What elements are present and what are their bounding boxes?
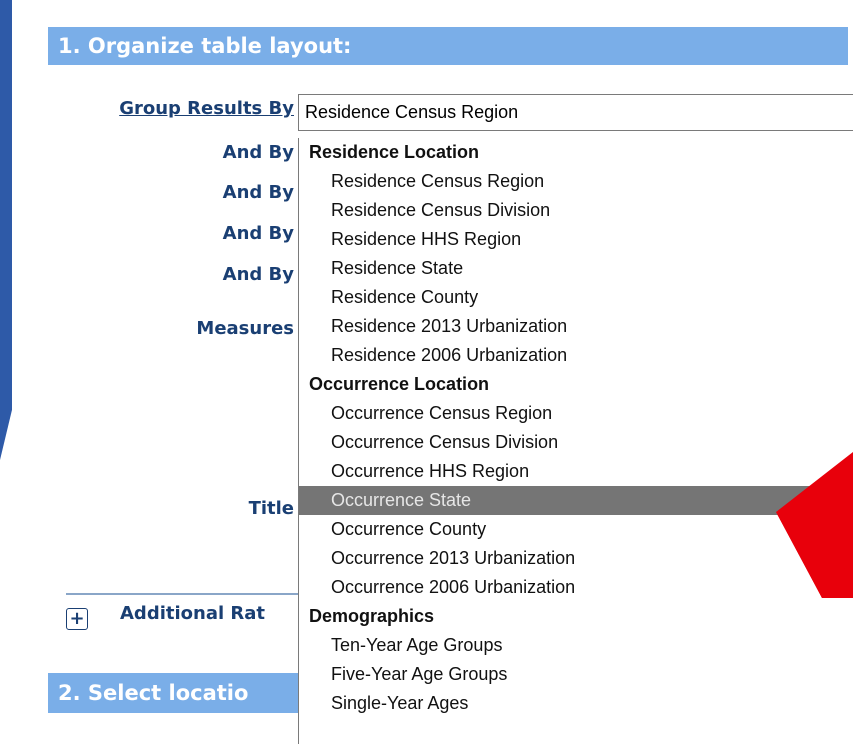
optgroup-occurrence-location: Occurrence Location <box>309 374 490 394</box>
option-ten-year-age-groups[interactable]: Ten-Year Age Groups <box>299 631 853 660</box>
group-results-by-link[interactable]: Group Results By <box>119 98 294 119</box>
divider <box>66 593 316 595</box>
option-residence-2013-urbanization[interactable]: Residence 2013 Urbanization <box>299 312 853 341</box>
option-occurrence-2006-urbanization[interactable]: Occurrence 2006 Urbanization <box>299 573 853 602</box>
option-occurrence-hhs-region[interactable]: Occurrence HHS Region <box>299 457 853 486</box>
option-five-year-age-groups[interactable]: Five-Year Age Groups <box>299 660 853 689</box>
optgroup-residence-location: Residence Location <box>309 142 480 162</box>
option-single-year-ages[interactable]: Single-Year Ages <box>299 689 853 718</box>
option-residence-census-region[interactable]: Residence Census Region <box>299 167 853 196</box>
option-occurrence-county[interactable]: Occurrence County <box>299 515 853 544</box>
and-by-label-4: And By <box>222 264 294 285</box>
section-1-header: 1. Organize table layout: <box>48 27 848 65</box>
title-label: Title <box>248 498 294 519</box>
and-by-label-2: And By <box>222 182 294 203</box>
optgroup-demographics: Demographics <box>309 606 435 626</box>
expand-plus-button[interactable]: + <box>66 608 88 630</box>
option-occurrence-2013-urbanization[interactable]: Occurrence 2013 Urbanization <box>299 544 853 573</box>
measures-label: Measures <box>196 318 294 339</box>
and-by-label-3: And By <box>222 223 294 244</box>
option-residence-state[interactable]: Residence State <box>299 254 853 283</box>
group-by-dropdown-list[interactable]: Residence Location Residence Census Regi… <box>298 138 853 744</box>
option-occurrence-state[interactable]: Occurrence State <box>299 486 853 515</box>
option-residence-hhs-region[interactable]: Residence HHS Region <box>299 225 853 254</box>
additional-rates-label[interactable]: Additional Rat <box>120 603 265 624</box>
slide: 1. Organize table layout: Group Results … <box>0 0 853 744</box>
group-results-by-select[interactable]: Residence Census Region <box>298 94 853 131</box>
option-occurrence-census-region[interactable]: Occurrence Census Region <box>299 399 853 428</box>
option-residence-census-division[interactable]: Residence Census Division <box>299 196 853 225</box>
option-occurrence-census-division[interactable]: Occurrence Census Division <box>299 428 853 457</box>
option-residence-county[interactable]: Residence County <box>299 283 853 312</box>
option-residence-2006-urbanization[interactable]: Residence 2006 Urbanization <box>299 341 853 370</box>
and-by-label-1: And By <box>222 142 294 163</box>
